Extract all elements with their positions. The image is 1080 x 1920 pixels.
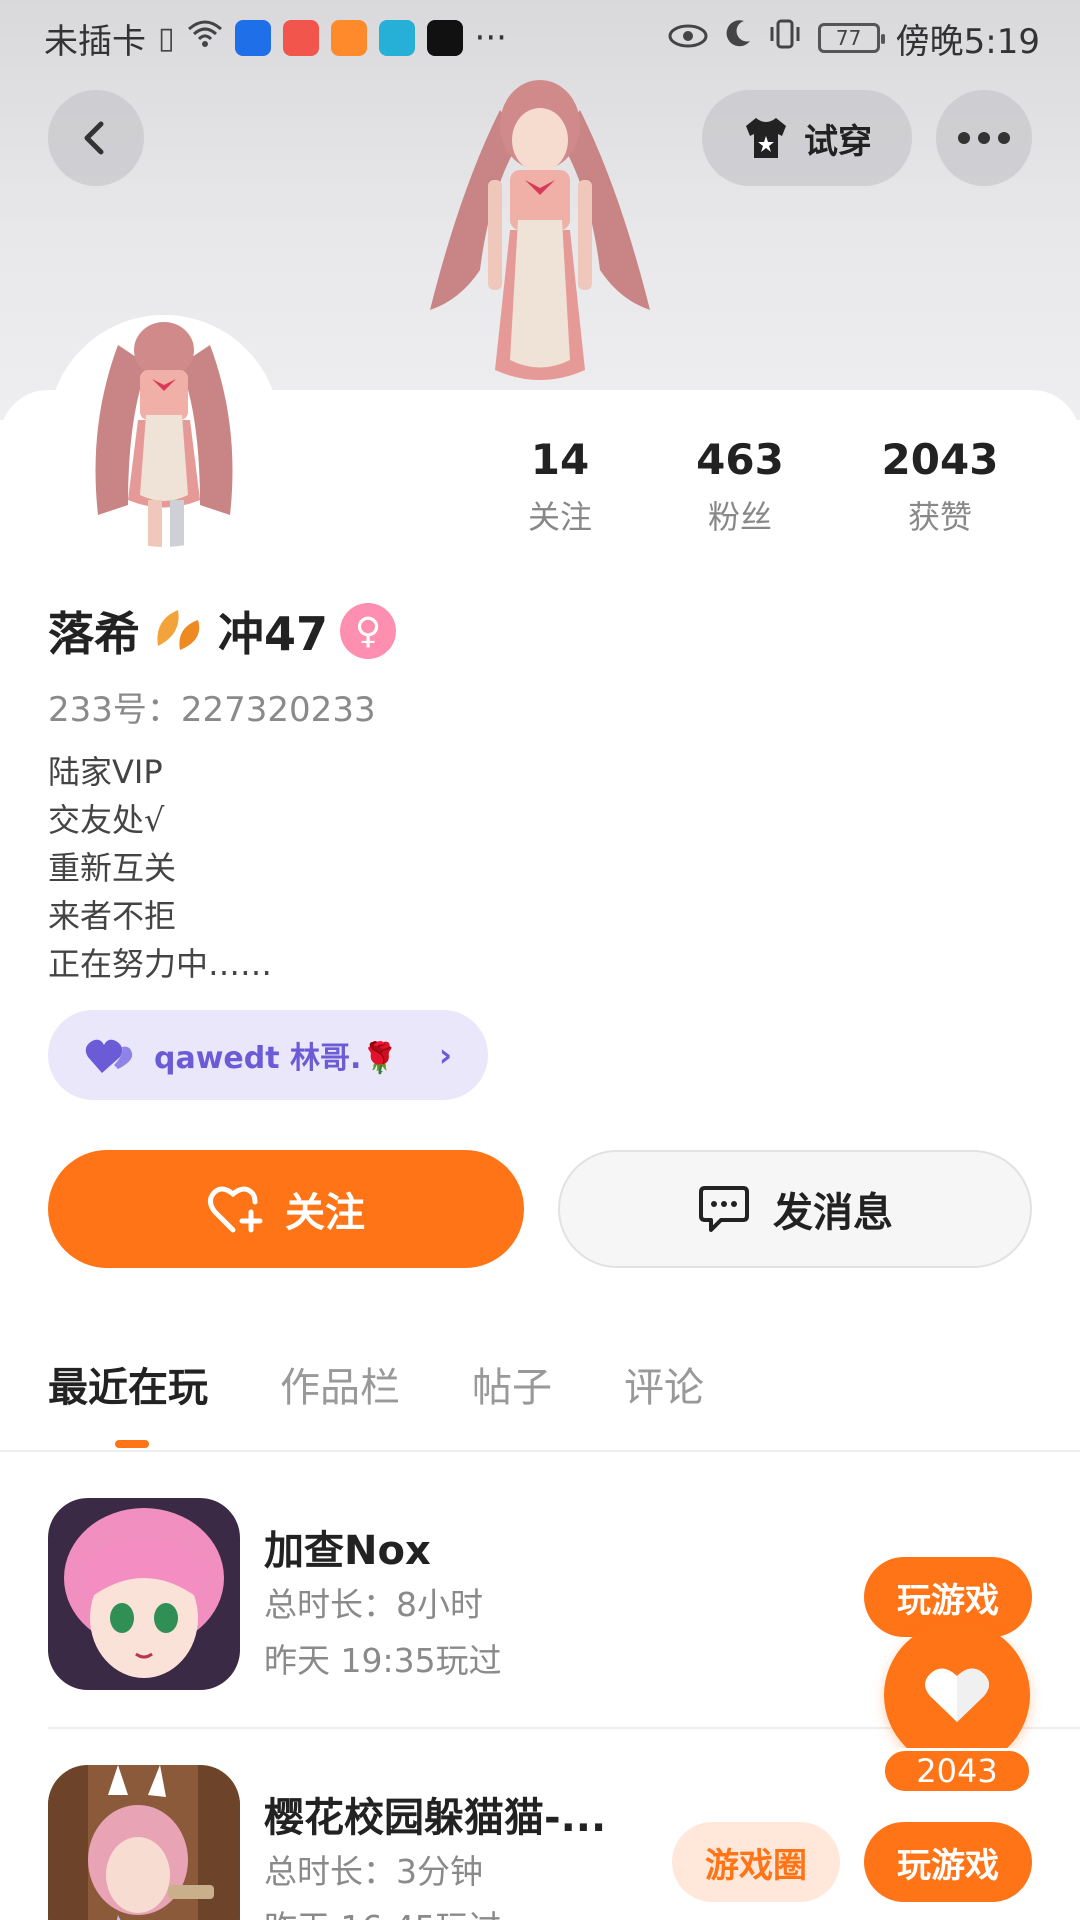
- wifi-icon: [187, 19, 223, 57]
- likes-label: 获赞: [907, 498, 972, 536]
- cp-name: qawedt 林哥.🌹: [154, 1041, 399, 1076]
- sim-alert-icon: ▯: [158, 20, 175, 56]
- game-title: 樱花校园躲猫猫-...: [264, 1795, 607, 1841]
- game-last-played: 昨天 19:35玩过: [264, 1641, 502, 1680]
- followers-count: 463: [696, 435, 784, 484]
- heart-plus-icon: [207, 1186, 263, 1233]
- bio-line: 陆家VIP: [48, 753, 163, 791]
- shirt-icon: [746, 118, 786, 158]
- likes-stat[interactable]: 2043 获赞: [840, 435, 1040, 538]
- send-message-label: 发消息: [773, 1190, 893, 1236]
- game-circle-button[interactable]: 游戏圈: [672, 1822, 840, 1902]
- follow-label: 关注: [285, 1190, 365, 1236]
- back-button[interactable]: [48, 90, 144, 186]
- bio: 陆家VIP 交友处√ 重新互关 来者不拒 正在努力中……: [48, 748, 272, 988]
- tab-works[interactable]: 作品栏: [280, 1355, 400, 1413]
- profile-stats: 14 关注 463 粉丝 2043 获赞: [480, 435, 1060, 538]
- eye-icon: [668, 18, 708, 58]
- user-id: 233号：227320233: [48, 690, 376, 730]
- chevron-right-icon: ›: [438, 1036, 452, 1074]
- following-stat[interactable]: 14 关注: [480, 435, 640, 538]
- following-count: 14: [530, 435, 590, 484]
- chat-bubble-icon: [699, 1186, 749, 1232]
- bio-line: 正在努力中……: [48, 945, 273, 983]
- gender-female-icon: ♀: [340, 603, 397, 659]
- username: 落希: [48, 607, 140, 661]
- carrier-label: 未插卡: [44, 21, 146, 62]
- double-heart-icon: [85, 1039, 133, 1073]
- moon-icon: [724, 18, 752, 58]
- follow-button[interactable]: 关注: [48, 1150, 524, 1268]
- reader-app-icon: [378, 20, 415, 56]
- username-row: 落希 冲47 ♀: [48, 598, 397, 664]
- chevron-left-icon: [84, 121, 104, 155]
- try-on-label: 试穿: [804, 121, 872, 162]
- bio-line: 重新互关: [48, 849, 177, 887]
- clock: 傍晚5:19: [895, 21, 1040, 62]
- try-on-button[interactable]: 试穿: [702, 90, 912, 186]
- game-icon[interactable]: [48, 1765, 240, 1920]
- game-duration: 总时长：3分钟: [264, 1852, 483, 1891]
- like-button[interactable]: [884, 1622, 1030, 1768]
- following-label: 关注: [527, 498, 592, 536]
- battery-icon: 77: [817, 23, 885, 53]
- likes-count: 2043: [881, 435, 999, 484]
- username-suffix: 冲47: [218, 607, 329, 661]
- more-options-button[interactable]: [936, 90, 1032, 186]
- tabs-divider: [0, 1450, 1080, 1452]
- followers-label: 粉丝: [707, 498, 772, 536]
- status-bar: 未插卡 ▯ ··· 77 傍晚5:19: [0, 0, 1080, 76]
- like-count-badge: 2043: [882, 1748, 1032, 1794]
- more-notifications-icon: ···: [474, 18, 507, 58]
- followers-stat[interactable]: 463 粉丝: [640, 435, 840, 538]
- app-notification-icon: [282, 20, 319, 56]
- leaves-icon: [152, 606, 206, 656]
- avatar[interactable]: [48, 315, 280, 547]
- heart-icon: [925, 1668, 989, 1722]
- vibrate-icon: [768, 18, 802, 58]
- game-duration: 总时长：8小时: [264, 1585, 483, 1624]
- character-figure: [400, 70, 680, 430]
- bio-line: 交友处√: [48, 801, 165, 839]
- tab-comments[interactable]: 评论: [624, 1355, 704, 1413]
- profile-tabs: 最近在玩 作品栏 帖子 评论: [48, 1355, 704, 1413]
- send-message-button[interactable]: 发消息: [558, 1150, 1032, 1268]
- active-tab-indicator: [115, 1440, 149, 1448]
- game-title: 加查Nox: [264, 1528, 431, 1574]
- video-app-icon: [330, 20, 367, 56]
- game-icon[interactable]: [48, 1498, 240, 1690]
- cp-relationship-pill[interactable]: qawedt 林哥.🌹 ›: [48, 1010, 488, 1100]
- app-notification-icon: [234, 20, 271, 56]
- play-game-button[interactable]: 玩游戏: [864, 1822, 1032, 1902]
- bio-line: 来者不拒: [48, 897, 177, 935]
- tab-recently-played[interactable]: 最近在玩: [48, 1355, 208, 1413]
- capcut-app-icon: [426, 20, 463, 56]
- game-last-played: 昨天 16:45玩过: [264, 1901, 502, 1920]
- more-dots-icon: [958, 132, 1010, 144]
- tab-posts[interactable]: 帖子: [472, 1355, 552, 1413]
